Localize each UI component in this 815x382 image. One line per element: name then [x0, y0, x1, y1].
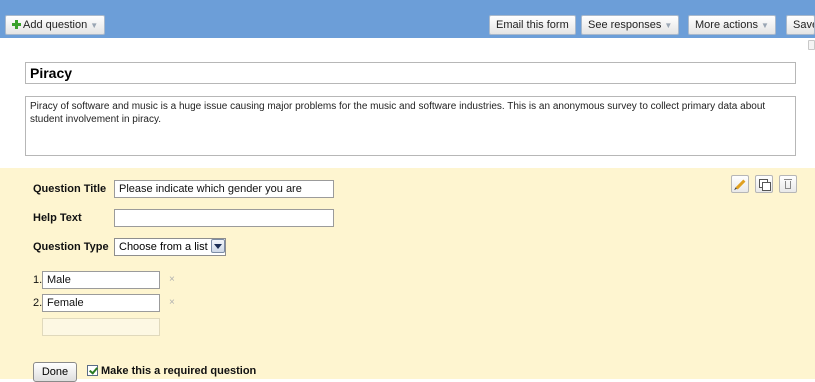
add-question-button[interactable]: Add question ▼: [5, 15, 106, 35]
chevron-down-icon: ▼: [760, 21, 769, 30]
required-question-label: Make this a required question: [101, 365, 257, 377]
help-text-input[interactable]: [114, 209, 334, 227]
more-actions-label: More actions: [695, 19, 758, 31]
see-responses-button[interactable]: See responses ▼: [581, 15, 680, 35]
add-question-label: Add question: [23, 19, 88, 31]
question-title-label: Question Title: [33, 183, 107, 195]
remove-option-icon[interactable]: ×: [169, 271, 175, 289]
dropdown-arrow-icon: [210, 239, 225, 253]
question-type-select[interactable]: Choose from a list: [114, 238, 226, 256]
required-checkbox[interactable]: [87, 365, 98, 376]
option-number: 1.: [33, 274, 43, 286]
form-title-field[interactable]: Piracy: [25, 62, 796, 84]
done-button[interactable]: Done: [33, 362, 77, 382]
form-description-field[interactable]: Piracy of software and music is a huge i…: [25, 96, 796, 156]
pencil-icon[interactable]: [731, 175, 749, 193]
option-input-female[interactable]: Female: [42, 294, 160, 312]
scrollbar-handle[interactable]: [808, 40, 815, 50]
option-input-male[interactable]: Male: [42, 271, 160, 289]
see-responses-label: See responses: [588, 19, 662, 31]
option-number: 2.: [33, 297, 43, 309]
save-button[interactable]: Save: [786, 15, 815, 35]
email-form-button[interactable]: Email this form: [489, 15, 576, 35]
question-title-input[interactable]: Please indicate which gender you are: [114, 180, 334, 198]
plus-icon: [12, 20, 21, 29]
question-type-label: Question Type: [33, 241, 109, 253]
toolbar: Add question ▼ Email this form See respon…: [0, 0, 815, 38]
remove-option-icon[interactable]: ×: [169, 294, 175, 312]
duplicate-icon[interactable]: [755, 175, 773, 193]
chevron-down-icon: ▼: [664, 21, 673, 30]
more-actions-button[interactable]: More actions ▼: [688, 15, 776, 35]
chevron-down-icon: ▼: [90, 21, 99, 30]
question-type-value: Choose from a list: [119, 241, 208, 253]
help-text-label: Help Text: [33, 212, 82, 224]
trash-icon[interactable]: [779, 175, 797, 193]
add-option-input[interactable]: [42, 318, 160, 336]
